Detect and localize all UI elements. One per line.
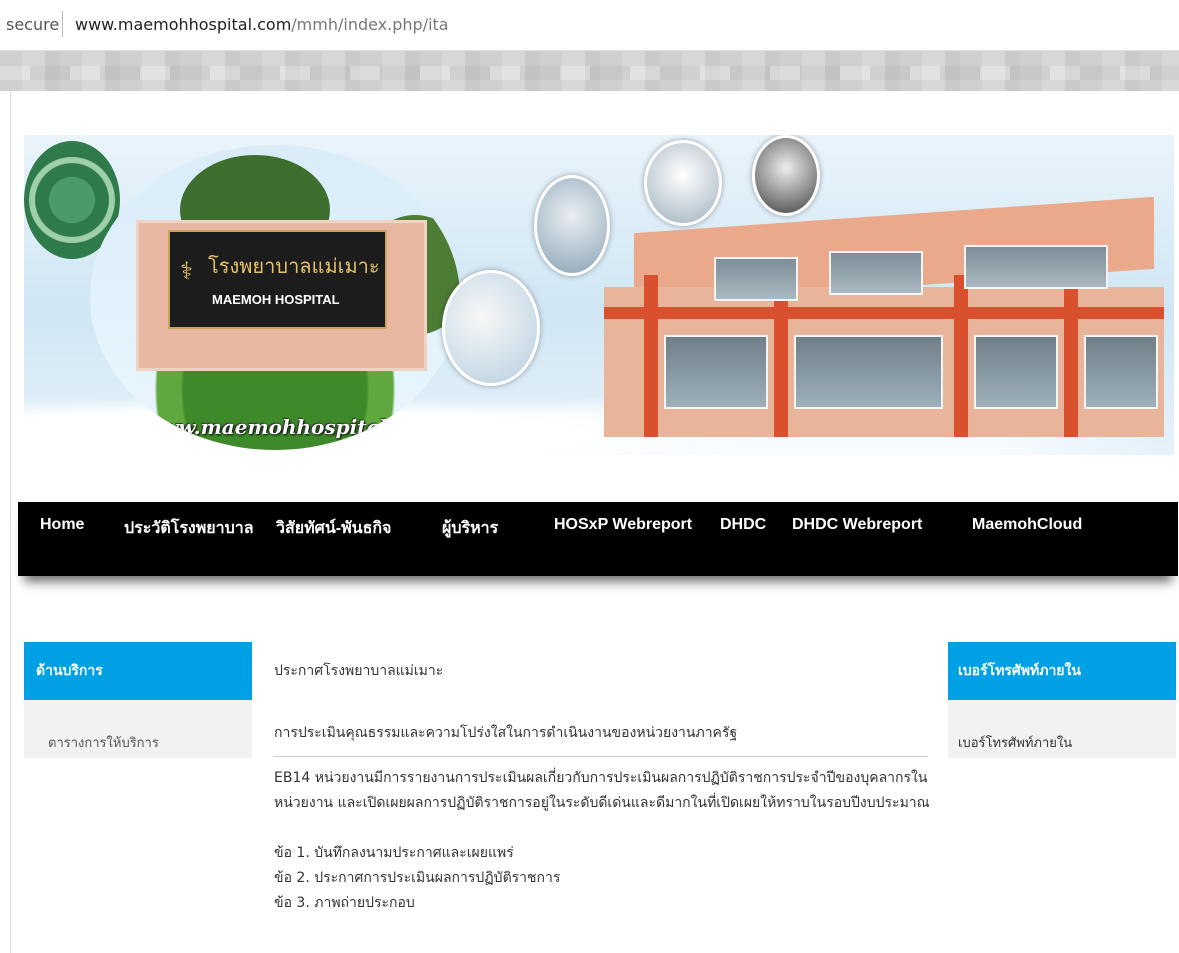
building-window xyxy=(829,251,923,295)
doctor-photo xyxy=(442,270,540,386)
hospital-sign-photo: ⚕ โรงพยาบาลแม่เมาะ MAEMOH HOSPITAL www.m… xyxy=(90,145,460,450)
banner-website-text: www.maemohhospital.com xyxy=(144,415,441,439)
content-item-2[interactable]: ข้อ 2. ประกาศการประเมินผลการปฏิบัติราชกา… xyxy=(274,867,560,889)
building-pillar xyxy=(1064,275,1078,437)
content-divider xyxy=(274,756,928,757)
nav-hospital-history[interactable]: ประวัติโรงพยาบาล xyxy=(124,516,254,541)
nav-dhdc[interactable]: DHDC xyxy=(720,516,766,534)
sign-english-name: MAEMOH HOSPITAL xyxy=(212,292,340,307)
building-window xyxy=(664,335,768,409)
caduceus-icon: ⚕ xyxy=(180,257,193,285)
nav-vision-mission[interactable]: วิสัยทัศน์-พันธกิจ xyxy=(276,516,391,541)
internal-phone-text: เบอร์โทรศัพท์ภายใน xyxy=(958,736,1073,751)
building-window xyxy=(974,335,1058,409)
security-label[interactable]: secure xyxy=(6,15,59,34)
nav-hosxp-webreport[interactable]: HOSxP Webreport xyxy=(554,516,692,534)
building-window xyxy=(714,257,798,301)
hospital-building-photo xyxy=(604,175,1164,437)
page-subtitle: การประเมินคุณธรรมและความโปร่งใสในการดำเน… xyxy=(274,725,738,741)
nav-home[interactable]: Home xyxy=(40,516,84,534)
url-path: /mmh/index.php/ita xyxy=(291,15,449,34)
content-paragraph: EB14 หน่วยงานมีการรายงานการประเมินผลเกี่… xyxy=(274,770,930,811)
building-window xyxy=(964,245,1108,289)
sign-thai-name: โรงพยาบาลแม่เมาะ xyxy=(208,254,380,278)
clinic-photo xyxy=(534,175,610,276)
nav-executives[interactable]: ผู้บริหาร xyxy=(442,516,498,541)
building-beam xyxy=(604,307,1164,319)
address-divider xyxy=(62,11,63,37)
sign-board: ⚕ โรงพยาบาลแม่เมาะ MAEMOH HOSPITAL xyxy=(168,230,387,329)
header-banner: ⚕ โรงพยาบาลแม่เมาะ MAEMOH HOSPITAL www.m… xyxy=(24,135,1174,455)
content-item-1[interactable]: ข้อ 1. บันทึกลงนามประกาศและเผยแพร่ xyxy=(274,842,514,864)
sidebar-item-service-schedule[interactable]: ตารางการให้บริการ xyxy=(48,732,159,753)
building-window xyxy=(1084,335,1158,409)
building-window xyxy=(794,335,943,409)
left-sidebar-menu: ตารางการให้บริการ xyxy=(24,700,252,758)
right-sidebar-body: เบอร์โทรศัพท์ภายใน xyxy=(948,700,1176,758)
page-title: ประกาศโรงพยาบาลแม่เมาะ xyxy=(274,663,444,679)
building-pillar xyxy=(954,275,968,437)
nav-maemoh-cloud[interactable]: MaemohCloud xyxy=(972,516,1082,534)
url-domain: www.maemohhospital.com xyxy=(75,15,292,34)
nav-dhdc-webreport[interactable]: DHDC Webreport xyxy=(792,516,922,534)
right-sidebar-title: เบอร์โทรศัพท์ภายใน xyxy=(948,642,1176,700)
left-sidebar-title-text: ด้านบริการ xyxy=(36,663,103,679)
content-item-3[interactable]: ข้อ 3. ภาพถ่ายประกอบ xyxy=(274,892,415,914)
url-text[interactable]: www.maemohhospital.com/mmh/index.php/ita xyxy=(75,15,449,34)
decorative-strip-overlay xyxy=(0,66,1179,80)
left-sidebar-title: ด้านบริการ xyxy=(24,642,252,700)
right-sidebar-title-text: เบอร์โทรศัพท์ภายใน xyxy=(958,663,1081,679)
address-bar[interactable]: secure www.maemohhospital.com/mmh/index.… xyxy=(0,0,1179,51)
page-left-border xyxy=(10,91,11,953)
building-pillar xyxy=(644,275,658,437)
main-nav: Home ประวัติโรงพยาบาล วิสัยทัศน์-พันธกิจ… xyxy=(18,502,1178,576)
